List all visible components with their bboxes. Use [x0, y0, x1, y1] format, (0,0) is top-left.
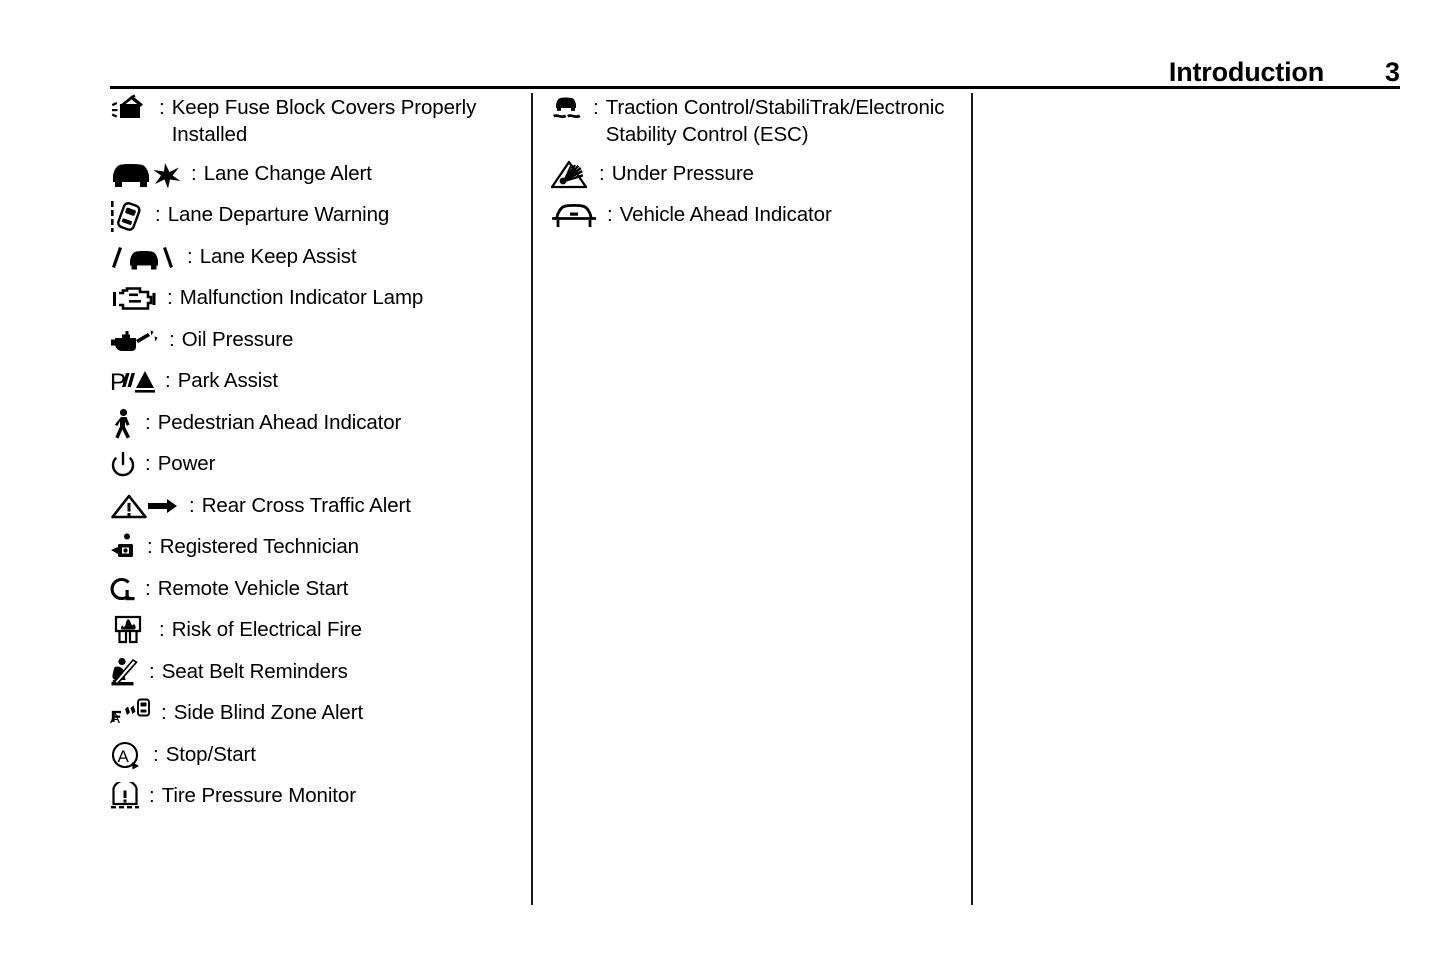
legend-label: Seat Belt Reminders — [161, 659, 348, 683]
legend-label: Pedestrian Ahead Indicator — [157, 410, 402, 434]
legend-label: Power — [157, 452, 216, 475]
stop-start-icon: A — [110, 741, 144, 771]
legend-column-2: : Traction Control/StabiliTrak/Electronic… — [531, 93, 971, 905]
legend-separator: : — [145, 576, 151, 600]
legend-item: : Rear Cross Traffic Alert — [110, 491, 517, 522]
legend-item: A : Stop/Start — [110, 740, 517, 771]
legend-separator: : — [159, 618, 165, 641]
malfunction-indicator-lamp-icon — [110, 284, 158, 314]
page-number: 3 — [1384, 57, 1400, 87]
legend-item: P : Park Assist — [110, 366, 517, 397]
side-blind-zone-alert-icon: A — [110, 698, 152, 729]
rear-cross-traffic-alert-icon — [110, 492, 180, 522]
legend-label: Registered Technician — [159, 535, 359, 558]
legend-separator: : — [149, 784, 155, 807]
vehicle-ahead-indicator-icon — [550, 201, 598, 231]
legend-label: Lane Departure Warning — [167, 203, 390, 226]
remote-vehicle-start-icon — [110, 575, 136, 605]
legend-item: : Traction Control/StabiliTrak/Electronic… — [550, 93, 957, 148]
svg-text:A: A — [110, 710, 120, 727]
svg-text:A: A — [118, 747, 130, 766]
legend-item: : Oil Pressure — [110, 325, 517, 356]
lane-departure-warning-icon — [110, 201, 146, 232]
seat-belt-reminders-icon — [110, 657, 140, 688]
legend-separator: : — [189, 493, 195, 517]
under-pressure-icon — [550, 160, 590, 190]
legend-item: : Remote Vehicle Start — [110, 574, 517, 605]
power-icon — [110, 450, 136, 480]
fuse-block-cover-icon — [110, 94, 150, 124]
legend-item: : Tire Pressure Monitor — [110, 781, 517, 812]
legend-separator: : — [155, 203, 161, 226]
tire-pressure-monitor-icon — [110, 782, 140, 812]
oil-pressure-icon — [110, 326, 160, 356]
legend-label: Lane Keep Assist — [199, 244, 357, 268]
legend-list-1: : Keep Fuse Block Covers Properly Install… — [110, 93, 517, 812]
legend-label: Oil Pressure — [181, 327, 294, 351]
header-rule — [110, 86, 1400, 89]
legend-item: : Lane Keep Assist — [110, 242, 517, 273]
legend-label: Rear Cross Traffic Alert — [201, 493, 411, 517]
legend-label: Stop/Start — [165, 742, 256, 766]
legend-separator: : — [153, 742, 159, 766]
legend-list-2: : Traction Control/StabiliTrak/Electronic… — [550, 93, 957, 231]
legend-label: Vehicle Ahead Indicator — [619, 203, 832, 226]
registered-technician-icon — [110, 533, 138, 563]
legend-label: Traction Control/StabiliTrak/Electronic … — [605, 96, 945, 146]
legend-item: : Keep Fuse Block Covers Properly Install… — [110, 93, 517, 148]
legend-label: Remote Vehicle Start — [157, 576, 349, 600]
page-header: Introduction 3 — [110, 44, 1400, 86]
legend-item: : Risk of Electrical Fire — [110, 615, 517, 646]
legend-label: Risk of Electrical Fire — [171, 618, 362, 641]
legend-separator: : — [165, 369, 171, 392]
legend-label: Malfunction Indicator Lamp — [179, 286, 424, 309]
legend-label: Keep Fuse Block Covers Properly Installe… — [171, 96, 477, 146]
legend-item: A : Side Blind Zone Alert — [110, 698, 517, 729]
risk-of-electrical-fire-icon — [110, 615, 150, 646]
column-divider-1 — [531, 93, 533, 905]
manual-page: Introduction 3 : Keep Fuse Block Covers P… — [0, 0, 1445, 965]
legend-item: : Seat Belt Reminders — [110, 657, 517, 688]
legend-separator: : — [145, 410, 151, 434]
legend-item: : Vehicle Ahead Indicator — [550, 200, 957, 231]
legend-separator: : — [607, 203, 613, 226]
legend-column-3 — [971, 93, 1400, 905]
park-assist-icon: P — [110, 367, 156, 397]
legend-separator: : — [191, 161, 197, 185]
legend-separator: : — [167, 286, 173, 309]
legend-column-1: : Keep Fuse Block Covers Properly Install… — [110, 93, 531, 905]
lane-keep-assist-icon — [110, 243, 178, 273]
legend-item: : Lane Change Alert — [110, 159, 517, 190]
column-divider-2 — [971, 93, 973, 905]
lane-change-alert-icon — [110, 160, 182, 190]
legend-label: Park Assist — [177, 369, 278, 392]
legend-separator: : — [599, 161, 605, 185]
pedestrian-ahead-indicator-icon — [110, 408, 136, 439]
legend-item: : Power — [110, 449, 517, 480]
legend-label: Tire Pressure Monitor — [161, 784, 356, 807]
legend-item: : Under Pressure — [550, 159, 957, 190]
legend-separator: : — [593, 96, 599, 119]
traction-control-icon — [550, 94, 584, 124]
legend-separator: : — [187, 244, 193, 268]
legend-separator: : — [149, 659, 155, 683]
legend-item: : Registered Technician — [110, 532, 517, 563]
legend-separator: : — [145, 452, 151, 475]
legend-columns: : Keep Fuse Block Covers Properly Install… — [110, 93, 1400, 905]
legend-item: : Malfunction Indicator Lamp — [110, 283, 517, 314]
legend-separator: : — [169, 327, 175, 351]
legend-label: Under Pressure — [611, 161, 754, 185]
page-title: Introduction — [1168, 57, 1324, 87]
legend-separator: : — [147, 535, 153, 558]
legend-separator: : — [161, 701, 167, 724]
legend-label: Side Blind Zone Alert — [173, 701, 364, 724]
legend-label: Lane Change Alert — [203, 161, 372, 185]
legend-separator: : — [159, 96, 165, 119]
legend-item: : Pedestrian Ahead Indicator — [110, 408, 517, 439]
legend-item: : Lane Departure Warning — [110, 200, 517, 232]
